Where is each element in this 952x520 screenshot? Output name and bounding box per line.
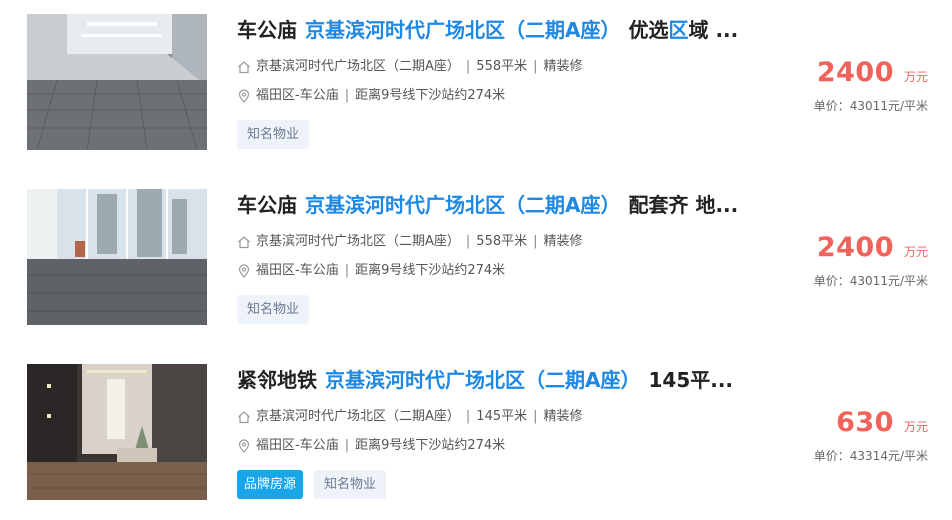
location-pin-icon [237, 264, 251, 278]
listing-card[interactable]: 车公庙 京基滨河时代广场北区（二期A座） 配套齐 地... 京基滨河时代广场北区（二… [0, 175, 952, 345]
listing-info-row: 京基滨河时代广场北区（二期A座） | 145平米 | 精装修 [237, 407, 583, 427]
price-value: 2400 [816, 57, 894, 88]
title-suffix: 145平... [648, 368, 734, 392]
price-value: 630 [836, 407, 894, 438]
total-price: 2400 万元 [817, 232, 928, 263]
address-text: 京基滨河时代广场北区（二期A座） [256, 234, 460, 249]
divider: | [465, 409, 471, 424]
location-pin-icon [237, 89, 251, 103]
divider: | [465, 234, 471, 249]
address-text: 京基滨河时代广场北区（二期A座） [256, 59, 460, 74]
total-price: 630 万元 [836, 407, 928, 438]
listing-card[interactable]: 车公庙 京基滨河时代广场北区（二期A座） 优选区域 ... 京基滨河时代广场北区（二… [0, 0, 952, 170]
price-unit: 万元 [903, 245, 928, 259]
tag-list: 品牌房源 知名物业 [237, 470, 387, 499]
property-tag: 知名物业 [237, 120, 310, 149]
distance-text: 距离9号线下沙站约274米 [355, 438, 506, 453]
unit-price: 单价：43011元/平米 [813, 274, 928, 288]
listing-card[interactable]: 紧邻地铁 京基滨河时代广场北区（二期A座） 145平... 京基滨河时代广场北区（二… [0, 350, 952, 520]
distance-text: 距离9号线下沙站约274米 [355, 263, 506, 278]
house-icon [237, 410, 251, 424]
title-suffix: 配套齐 地... [628, 193, 739, 217]
title-building-link[interactable]: 京基滨河时代广场北区（二期A座） [305, 193, 620, 217]
title-suffix-tail: 域 ... [688, 18, 739, 42]
office-photo[interactable] [27, 189, 207, 325]
divider: | [533, 59, 538, 74]
listing-location-row: 福田区-车公庙 | 距离9号线下沙站约274米 [237, 436, 505, 456]
district-text: 福田区-车公庙 [256, 438, 339, 453]
divider: | [344, 438, 350, 453]
listing-title[interactable]: 车公庙 京基滨河时代广场北区（二期A座） 优选区域 ... [237, 14, 792, 46]
title-building-link[interactable]: 京基滨河时代广场北区（二期A座） [305, 18, 620, 42]
brand-listing-tag: 品牌房源 [237, 470, 304, 499]
price-value: 2400 [816, 232, 894, 263]
decoration-text: 精装修 [543, 409, 583, 424]
decoration-text: 精装修 [543, 59, 583, 74]
address-text: 京基滨河时代广场北区（二期A座） [256, 409, 460, 424]
title-suffix: 优选 [628, 18, 669, 42]
property-tag: 知名物业 [314, 470, 387, 499]
area-text: 145平米 [476, 409, 528, 424]
property-tag: 知名物业 [237, 295, 310, 324]
title-suffix-highlight: 区 [668, 18, 689, 42]
title-building-link[interactable]: 京基滨河时代广场北区（二期A座） [325, 368, 640, 392]
price-unit: 万元 [903, 420, 928, 434]
listing-location-row: 福田区-车公庙 | 距离9号线下沙站约274米 [237, 86, 505, 106]
district-text: 福田区-车公庙 [256, 88, 339, 103]
divider: | [465, 59, 471, 74]
house-icon [237, 235, 251, 249]
location-pin-icon [237, 439, 251, 453]
divider: | [533, 409, 538, 424]
divider: | [344, 263, 350, 278]
district-text: 福田区-车公庙 [256, 263, 339, 278]
area-text: 558平米 [476, 234, 528, 249]
tag-list: 知名物业 [237, 295, 310, 324]
title-prefix: 紧邻地铁 [237, 368, 317, 392]
listing-title[interactable]: 车公庙 京基滨河时代广场北区（二期A座） 配套齐 地... [237, 189, 792, 221]
listing-info-row: 京基滨河时代广场北区（二期A座） | 558平米 | 精装修 [237, 57, 583, 77]
listing-title[interactable]: 紧邻地铁 京基滨河时代广场北区（二期A座） 145平... [237, 364, 792, 396]
listing-location-row: 福田区-车公庙 | 距离9号线下沙站约274米 [237, 261, 505, 281]
price-unit: 万元 [903, 70, 928, 84]
office-photo[interactable] [27, 14, 207, 150]
office-photo[interactable] [27, 364, 207, 500]
unit-price: 单价：43314元/平米 [813, 449, 928, 463]
total-price: 2400 万元 [817, 57, 928, 88]
house-icon [237, 60, 251, 74]
tag-list: 知名物业 [237, 120, 310, 149]
title-prefix: 车公庙 [237, 18, 297, 42]
divider: | [533, 234, 538, 249]
listing-info-row: 京基滨河时代广场北区（二期A座） | 558平米 | 精装修 [237, 232, 583, 252]
decoration-text: 精装修 [543, 234, 583, 249]
title-prefix: 车公庙 [237, 193, 297, 217]
unit-price: 单价：43011元/平米 [813, 99, 928, 113]
distance-text: 距离9号线下沙站约274米 [355, 88, 506, 103]
area-text: 558平米 [476, 59, 528, 74]
divider: | [344, 88, 350, 103]
